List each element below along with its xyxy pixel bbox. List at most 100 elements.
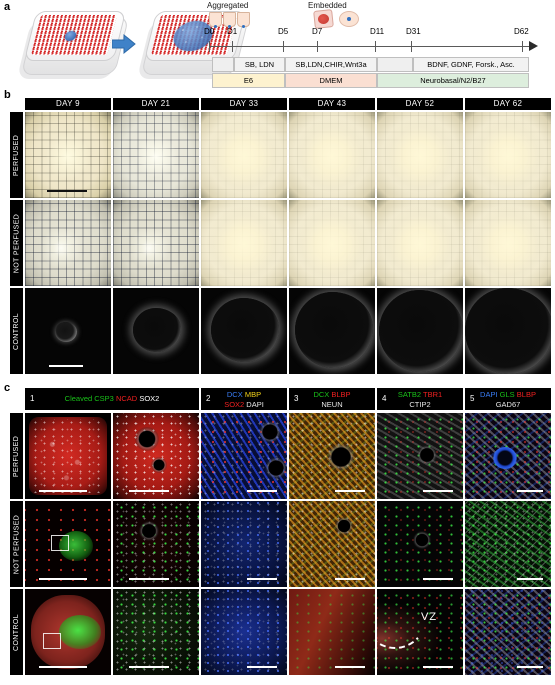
column-header-day-33: DAY 33 <box>201 98 287 110</box>
row-label-not-perfused: NOT PERFUSED <box>10 200 23 286</box>
marker-label: SOX2 <box>224 399 245 409</box>
image-control-satb2-tbr1-vz: VZ <box>377 589 463 675</box>
timeline-axis <box>209 46 529 47</box>
image-control-day-62 <box>465 288 551 374</box>
image-perfused-day-33 <box>201 112 287 198</box>
small-molecule-cell-4: BDNF, GDNF, Forsk., Asc. <box>413 57 529 72</box>
marker-label: SATB2 <box>397 390 422 399</box>
row-label-control: CONTROL <box>10 589 23 675</box>
image-not-perfused-day-21 <box>113 200 199 286</box>
panel-c-letter: c <box>4 382 11 394</box>
image-control-day-43 <box>289 288 375 374</box>
image-not-perfused-satb2-tbr1 <box>377 501 463 587</box>
image-perfused-csp3-overview <box>25 413 111 499</box>
image-not-perfused-day-33 <box>201 200 287 286</box>
panel-a: a Aggregated Embedded D0 D1 D5 D7 D11 D3… <box>0 0 555 88</box>
column-header-day-43: DAY 43 <box>289 98 375 110</box>
image-not-perfused-dcx-mbp <box>201 501 287 587</box>
microfluidic-plate-before-icon <box>16 7 130 81</box>
media-cell-neurobasal: Neurobasal/N2/B27 <box>377 73 529 88</box>
panel-b: b DAY 9 DAY 21 DAY 33 DAY 43 DAY 52 DAY … <box>0 88 555 378</box>
image-not-perfused-day-9 <box>25 200 111 286</box>
flask-icon-1 <box>209 12 222 28</box>
image-perfused-csp3-zoom <box>113 413 199 499</box>
small-molecule-cell-0 <box>212 57 234 72</box>
marker-label: DAPI <box>246 399 264 409</box>
row-label-not-perfused-text: NOT PERFUSED <box>13 213 21 273</box>
image-control-csp3-overview <box>25 589 111 675</box>
image-control-day-52 <box>377 288 463 374</box>
image-perfused-day-43 <box>289 112 375 198</box>
column-header-day-52: DAY 52 <box>377 98 463 110</box>
marker-label: DCX <box>313 390 330 399</box>
row-label-not-perfused: NOT PERFUSED <box>10 501 23 587</box>
media-row: E6 DMEM Neurobasal/N2/B27 <box>204 73 544 88</box>
column-header-day-21: DAY 21 <box>113 98 199 110</box>
small-molecule-row: SB, LDN SB,LDN,CHIR,Wnt3a BDNF, GDNF, Fo… <box>204 57 544 72</box>
differentiation-timeline: Aggregated Embedded D0 D1 D5 D7 D11 D31 … <box>204 0 552 88</box>
image-control-dcx-mbp <box>201 589 287 675</box>
transition-arrow-icon <box>112 33 136 55</box>
marker-label: SOX2 <box>139 394 160 403</box>
tick-label-d5: D5 <box>278 27 289 36</box>
row-label-perfused-text: PERFUSED <box>13 134 21 176</box>
marker-label: TBR1 <box>422 390 443 399</box>
marker-label: BLBP <box>516 390 536 399</box>
image-not-perfused-gls-blbp <box>465 501 551 587</box>
panel-a-letter: a <box>4 1 11 13</box>
image-perfused-gls-blbp <box>465 413 551 499</box>
marker-label: NCAD <box>115 394 138 403</box>
flask-icon-3 <box>237 12 250 28</box>
media-cell-dmem: DMEM <box>285 73 377 88</box>
marker-label: CTIP2 <box>409 399 431 409</box>
row-label-perfused: PERFUSED <box>10 413 23 499</box>
row-label-control-text: CONTROL <box>13 312 20 350</box>
image-perfused-satb2-tbr1 <box>377 413 463 499</box>
small-molecule-cell-2: SB,LDN,CHIR,Wnt3a <box>285 57 377 72</box>
image-control-csp3-zoom <box>113 589 199 675</box>
row-label-perfused-text: PERFUSED <box>13 435 21 477</box>
image-perfused-day-9 <box>25 112 111 198</box>
image-control-gls-blbp <box>465 589 551 675</box>
image-not-perfused-dcx-blbp <box>289 501 375 587</box>
image-perfused-day-21 <box>113 112 199 198</box>
tick-label-d0: D0 <box>204 27 215 36</box>
marker-header-group-1: 1 Cleaved CSP3 NCAD SOX2 <box>25 388 199 410</box>
marker-label: GAD67 <box>495 399 521 409</box>
image-control-day-33 <box>201 288 287 374</box>
flask-icon-2 <box>223 12 236 28</box>
marker-header-group-2: 2 DCX MBP SOX2 DAPI <box>201 388 287 410</box>
row-label-control: CONTROL <box>10 288 23 374</box>
panel-b-letter: b <box>4 89 11 101</box>
vz-annotation: VZ <box>421 611 438 623</box>
timeline-axis-arrow-icon <box>529 41 538 51</box>
tick-label-d7: D7 <box>312 27 323 36</box>
image-not-perfused-day-43 <box>289 200 375 286</box>
matrigel-droplet-icon <box>339 11 359 27</box>
image-not-perfused-day-52 <box>377 200 463 286</box>
marker-header-group-4: 4 SATB2 TBR1 CTIP2 <box>377 388 463 410</box>
media-cell-e6: E6 <box>212 73 285 88</box>
image-not-perfused-day-62 <box>465 200 551 286</box>
tick-label-d31: D31 <box>406 27 421 36</box>
row-label-control-text: CONTROL <box>13 613 20 651</box>
image-perfused-day-52 <box>377 112 463 198</box>
event-label-aggregated: Aggregated <box>207 1 249 10</box>
image-control-day-21 <box>113 288 199 374</box>
panel-c: c 1 Cleaved CSP3 NCAD SOX2 2 DCX MBP SOX… <box>0 381 555 685</box>
marker-header-group-3: 3 DCX BLBP NEUN <box>289 388 375 410</box>
small-molecule-cell-3 <box>377 57 413 72</box>
image-perfused-dcx-mbp <box>201 413 287 499</box>
column-header-day-9: DAY 9 <box>25 98 111 110</box>
row-label-perfused: PERFUSED <box>10 112 23 198</box>
image-control-day-9 <box>25 288 111 374</box>
image-perfused-day-62 <box>465 112 551 198</box>
small-molecule-cell-1: SB, LDN <box>234 57 285 72</box>
marker-label: MBP <box>244 390 262 399</box>
tick-label-d1: D1 <box>227 27 238 36</box>
marker-header-group-5: 5 DAPI GLS BLBP GAD67 <box>465 388 551 410</box>
row-label-not-perfused-text: NOT PERFUSED <box>13 514 21 574</box>
marker-label: DAPI <box>480 390 498 399</box>
marker-label: DCX <box>226 390 243 399</box>
image-not-perfused-csp3-overview <box>25 501 111 587</box>
